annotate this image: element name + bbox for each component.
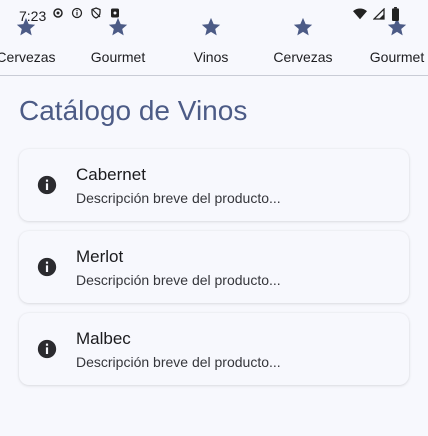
signal-icon [373,8,385,20]
product-description: Descripción breve del producto... [76,190,281,206]
status-time: 7:23 [19,8,47,24]
product-description: Descripción breve del producto... [76,354,281,370]
status-icons-left [52,7,121,19]
tab-label: Cervezas [0,49,56,65]
info-icon [71,7,83,19]
tab-label: Vinos [193,49,229,65]
settings-icon [53,8,63,18]
notification-icon [111,8,119,18]
info-icon[interactable] [37,339,57,359]
product-card[interactable]: Malbec Descripción breve del producto... [19,313,409,385]
shield-icon [91,7,101,19]
tab-label: Gourmet [369,49,425,65]
product-card[interactable]: Cabernet Descripción breve del producto.… [19,149,409,221]
screen: Cervezas Gourmet Vinos Cervezas Gourmet … [0,0,428,436]
product-name: Merlot [76,247,124,266]
battery-icon [392,7,399,21]
product-description: Descripción breve del producto... [76,272,281,288]
tab-label: Gourmet [90,49,146,65]
product-name: Cabernet [76,165,146,184]
wifi-icon [353,8,367,20]
product-card[interactable]: Merlot Descripción breve del producto... [19,231,409,303]
product-name: Malbec [76,329,131,348]
tab-label: Cervezas [273,49,333,65]
info-icon[interactable] [37,175,57,195]
status-bar: 7:23 [0,0,428,28]
page-title: Catálogo de Vinos [19,95,248,126]
status-icons-right [353,7,400,21]
info-icon[interactable] [37,257,57,277]
